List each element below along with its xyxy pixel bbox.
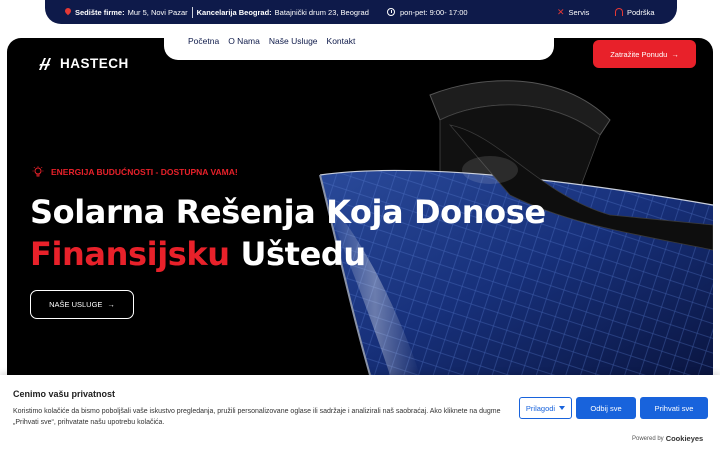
clock-icon <box>387 8 395 16</box>
logo-text: HASTECH <box>60 56 129 71</box>
hero-title-highlight: Finansijsku <box>30 235 230 273</box>
nav-item-contact[interactable]: Kontakt <box>327 36 356 48</box>
reject-all-button[interactable]: Odbij sve <box>576 397 636 419</box>
hero-title-rest: Uštedu <box>240 235 366 273</box>
hq-info: Sedište firme: Mur 5, Novi Pazar Kancela… <box>65 0 369 24</box>
logo-mark-icon <box>39 57 51 70</box>
hq-address: Mur 5, Novi Pazar <box>127 7 188 17</box>
nav-item-services[interactable]: Naše Usluge <box>269 36 318 48</box>
nav-item-about[interactable]: O Nama <box>228 36 260 48</box>
divider <box>191 6 193 18</box>
accept-all-button[interactable]: Prihvati sve <box>640 397 708 419</box>
chevron-down-icon <box>559 406 566 410</box>
tools-icon: ✕ <box>557 6 565 17</box>
arrow-right-icon: → <box>107 300 115 309</box>
our-services-button[interactable]: NAŠE USLUGE → <box>30 290 134 319</box>
main-nav: Početna O Nama Naše Usluge Kontakt <box>188 36 355 48</box>
support-label: Podrška <box>627 7 655 17</box>
request-quote-button[interactable]: Zatražite Ponudu → <box>593 40 696 68</box>
cookie-description: Koristimo kolačiće da bismo poboljšali v… <box>13 408 501 426</box>
customize-button[interactable]: Prilagodi <box>519 397 572 419</box>
cookieyes-logo: Cookieyes <box>665 434 704 443</box>
cookie-consent-banner: Cenimo vašu privatnost Koristimo kolačić… <box>0 375 720 450</box>
page: Sedište firme: Mur 5, Novi Pazar Kancela… <box>0 0 720 450</box>
arrow-right-icon: → <box>671 49 679 59</box>
location-pin-icon <box>65 8 71 16</box>
lightbulb-icon <box>32 166 44 177</box>
our-services-label: NAŠE USLUGE <box>49 300 103 309</box>
hero-title: Solarna Rešenja Koja Donose Finansijsku … <box>30 191 546 275</box>
request-quote-label: Zatražite Ponudu <box>610 49 668 59</box>
hours-info: pon-pet: 9:00- 17:00 <box>387 0 468 24</box>
powered-by[interactable]: Powered by Cookieyes <box>632 434 703 443</box>
hero-eyebrow: ENERGIJA BUDUĆNOSTI - DOSTUPNA VAMA! <box>32 166 238 178</box>
office-label: Kancelarija Beograd: <box>196 7 272 17</box>
support-link[interactable]: Podrška <box>615 0 655 24</box>
headset-icon <box>615 8 623 16</box>
nav-item-home[interactable]: Početna <box>188 36 219 48</box>
working-hours: pon-pet: 9:00- 17:00 <box>400 7 468 17</box>
office-address: Batajnički drum 23, Beograd <box>274 7 369 17</box>
hero-title-line1: Solarna Rešenja Koja Donose <box>30 193 546 231</box>
top-info-bar: Sedište firme: Mur 5, Novi Pazar Kancela… <box>45 0 677 24</box>
service-link[interactable]: ✕ Servis <box>557 0 589 24</box>
powered-by-label: Powered by <box>632 435 664 442</box>
hero-title-line2: Finansijsku Uštedu <box>30 233 546 275</box>
logo[interactable]: HASTECH <box>37 56 129 71</box>
hq-label: Sedište firme: <box>75 7 125 17</box>
cookie-title: Cenimo vašu privatnost <box>13 389 116 399</box>
eyebrow-text: ENERGIJA BUDUĆNOSTI - DOSTUPNA VAMA! <box>51 167 238 177</box>
customize-label: Prilagodi <box>525 403 556 413</box>
service-label: Servis <box>568 7 590 17</box>
